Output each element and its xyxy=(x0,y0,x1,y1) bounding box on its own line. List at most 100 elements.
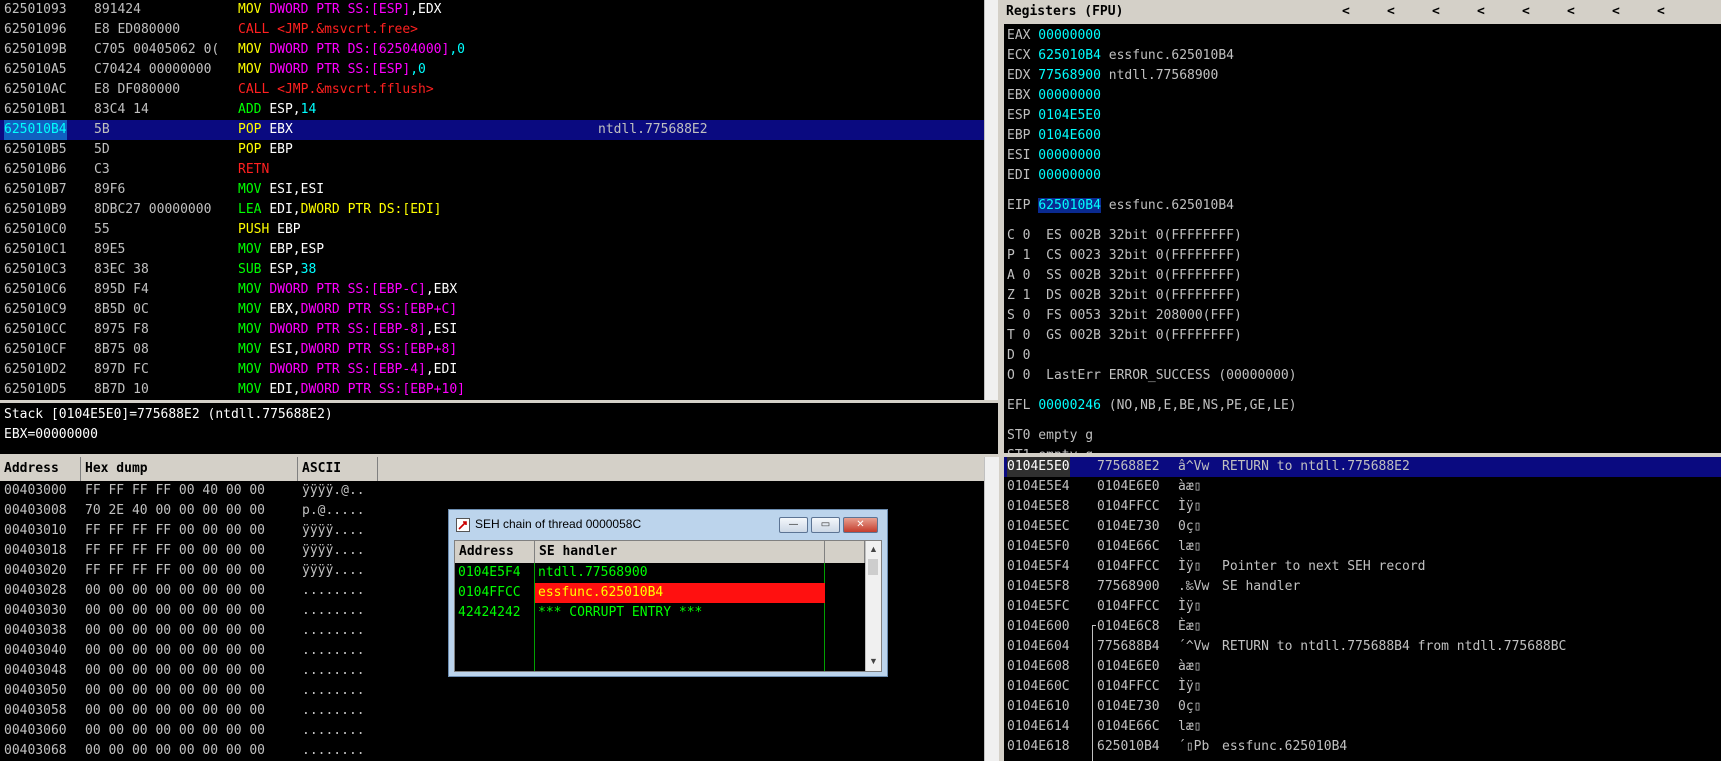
flag-row[interactable]: Z 1 DS 002B 32bit 0(FFFFFFFF) xyxy=(1007,286,1242,306)
dump-row[interactable]: 00403060 00 00 00 00 00 00 00 00........ xyxy=(0,721,984,741)
disasm-row[interactable]: 62501093 891424 MOV DWORD PTR SS:[ESP],EDX xyxy=(0,0,984,20)
scroll-thumb[interactable] xyxy=(868,559,878,575)
dump-row[interactable]: 00403050 00 00 00 00 00 00 00 00........ xyxy=(0,681,984,701)
disasm-row[interactable]: 625010B5 5D POP EBP xyxy=(0,140,984,160)
seh-row[interactable]: 0104E5F4 ntdll.77568900 xyxy=(455,563,865,583)
disasm-row[interactable]: 625010C6 895D F4 MOV DWORD PTR SS:[EBP-C],… xyxy=(0,280,984,300)
disasm-row[interactable]: 625010CF 8B75 08 MOV ESI,DWORD PTR SS:[EBP… xyxy=(0,340,984,360)
stack-address: 0104E608 xyxy=(1007,659,1070,674)
seh-scrollbar[interactable]: ▲ ▼ xyxy=(865,541,881,671)
disasm-address: 625010CF xyxy=(4,342,67,357)
maximize-button[interactable]: ▭ xyxy=(811,517,840,533)
disasm-row[interactable]: 625010AC E8 DF080000 CALL <JMP.&msvcrt.ffl… xyxy=(0,80,984,100)
stack-value: 0104FFCC xyxy=(1097,499,1160,514)
register-row[interactable]: EBP 0104E600 xyxy=(1007,126,1101,146)
minimize-button[interactable]: — xyxy=(779,517,808,533)
stack-row[interactable]: 0104E600 0104E6C8 Èæ▯ xyxy=(1004,617,1721,637)
fpu-st1[interactable]: ST1 empty g xyxy=(1007,446,1093,453)
dump-header-hex[interactable]: Hex dump xyxy=(81,457,298,481)
stack-row[interactable]: 0104E5E8 0104FFCC Ìÿ▯ xyxy=(1004,497,1721,517)
register-name: ECX xyxy=(1007,48,1031,63)
flag-row[interactable]: C 0 ES 002B 32bit 0(FFFFFFFF) xyxy=(1007,226,1242,246)
dump-header-ascii[interactable]: ASCII xyxy=(298,457,378,481)
seh-row[interactable]: 0104FFCC essfunc.625010B4 xyxy=(455,583,865,603)
close-button[interactable]: ✕ xyxy=(843,517,878,533)
registers-pane[interactable]: EAX 00000000 ECX 625010B4 essfunc.625010B… xyxy=(1004,24,1721,453)
stack-row[interactable]: 0104E5EC 0104E730 0ç▯ xyxy=(1004,517,1721,537)
register-row[interactable]: EAX 00000000 xyxy=(1007,26,1101,46)
chevron-down-icon[interactable]: ▼ xyxy=(869,656,878,666)
stack-row[interactable]: 0104E60C 0104FFCC Ìÿ▯ xyxy=(1004,677,1721,697)
seh-list[interactable]: Address SE handler 0104E5F4 ntdll.7756890… xyxy=(454,540,882,672)
stack-row[interactable]: 0104E5F4 0104FFCC Ìÿ▯ Pointer to next SEH r… xyxy=(1004,557,1721,577)
seh-header-address[interactable]: Address xyxy=(455,541,535,563)
disasm-row[interactable]: 625010A5 C70424 00000000 MOV DWORD PTR SS:… xyxy=(0,60,984,80)
disasm-row[interactable]: 625010B9 8DBC27 00000000 LEA EDI,DWORD PTR… xyxy=(0,200,984,220)
register-value: 00000000 xyxy=(1030,168,1101,183)
stack-row[interactable]: 0104E618 625010B4 ´▯Pb essfunc.625010B4 xyxy=(1004,737,1721,757)
disasm-row[interactable]: 625010B1 83C4 14 ADD ESP,14 xyxy=(0,100,984,120)
seh-header-handler[interactable]: SE handler xyxy=(535,541,825,563)
register-row[interactable]: EBX 00000000 xyxy=(1007,86,1101,106)
register-row[interactable]: ESP 0104E5E0 xyxy=(1007,106,1101,126)
fpu-st0[interactable]: ST0 empty g xyxy=(1007,426,1093,446)
disasm-row[interactable]: 625010C0 55 PUSH EBP xyxy=(0,220,984,240)
stack-row[interactable]: 0104E5E4 0104E6E0 àæ▯ xyxy=(1004,477,1721,497)
disasm-row[interactable]: 625010CC 8975 F8 MOV DWORD PTR SS:[EBP-8],… xyxy=(0,320,984,340)
flag-row[interactable]: D 0 xyxy=(1007,346,1030,366)
stack-comment: Pointer to next SEH record xyxy=(1222,559,1426,574)
seh-row[interactable]: 42424242 *** CORRUPT ENTRY *** xyxy=(455,603,865,623)
nav-arrow-left-icon[interactable]: < xyxy=(1432,0,1440,24)
disasm-row[interactable]: 625010B6 C3 RETN xyxy=(0,160,984,180)
dump-row[interactable]: 00403058 00 00 00 00 00 00 00 00........ xyxy=(0,701,984,721)
stack-row[interactable]: 0104E610 0104E730 0ç▯ xyxy=(1004,697,1721,717)
disasm-row[interactable]: 625010C1 89E5 MOV EBP,ESP xyxy=(0,240,984,260)
flag-row[interactable]: T 0 GS 002B 32bit 0(FFFFFFFF) xyxy=(1007,326,1242,346)
disasm-row[interactable]: 625010D2 897D FC MOV DWORD PTR SS:[EBP-4],… xyxy=(0,360,984,380)
nav-arrow-left-icon[interactable]: < xyxy=(1612,0,1620,24)
register-row[interactable]: ESI 00000000 xyxy=(1007,146,1101,166)
dump-row[interactable]: 00403000 FF FF FF FF 00 40 00 00 ÿÿÿÿ.@.. xyxy=(0,481,984,501)
nav-arrow-left-icon[interactable]: < xyxy=(1657,0,1665,24)
nav-arrow-left-icon[interactable]: < xyxy=(1477,0,1485,24)
disassembly-pane[interactable]: 62501093 891424 MOV DWORD PTR SS:[ESP],EDX… xyxy=(0,0,984,400)
disasm-row[interactable]: 6250109B C705 00405062 0(MOV DWORD PTR DS… xyxy=(0,40,984,60)
disasm-row[interactable]: 625010B7 89F6 MOV ESI,ESI xyxy=(0,180,984,200)
register-row[interactable]: EDX 77568900 ntdll.77568900 xyxy=(1007,66,1218,86)
disasm-row[interactable]: 625010C3 83EC 38 SUB ESP,38 xyxy=(0,260,984,280)
flag-row[interactable]: O 0 LastErr ERROR_SUCCESS (00000000) xyxy=(1007,366,1297,386)
disasm-row[interactable]: 625010D5 8B7D 10 MOV EDI,DWORD PTR SS:[EBP… xyxy=(0,380,984,400)
stack-row[interactable]: 0104E5F0 0104E66C læ▯ xyxy=(1004,537,1721,557)
stack-row[interactable]: 0104E604 775688B4 ´^Vw RETURN to ntdll.7756… xyxy=(1004,637,1721,657)
dump-address: 00403018 xyxy=(4,543,67,558)
nav-arrow-left-icon[interactable]: < xyxy=(1567,0,1575,24)
disasm-row[interactable]: 625010C9 8B5D 0C MOV EBX,DWORD PTR SS:[EBP… xyxy=(0,300,984,320)
register-row[interactable]: ECX 625010B4 essfunc.625010B4 xyxy=(1007,46,1234,66)
nav-arrow-left-icon[interactable]: < xyxy=(1522,0,1530,24)
disasm-row[interactable]: 62501096 E8 ED080000 CALL <JMP.&msvcrt.fre… xyxy=(0,20,984,40)
efl-row[interactable]: EFL 00000246 (NO,NB,E,BE,NS,PE,GE,LE) xyxy=(1007,396,1297,416)
disassembly-scrollbar[interactable] xyxy=(984,0,999,400)
nav-arrow-left-icon[interactable]: < xyxy=(1387,0,1395,24)
dump-header-address[interactable]: Address xyxy=(0,457,81,481)
stack-row[interactable]: 0104E5E0 775688E2 â^Vw RETURN to ntdll.7756… xyxy=(1004,457,1721,477)
chevron-up-icon[interactable]: ▲ xyxy=(869,544,878,554)
instruction-token: EBX xyxy=(269,122,293,137)
flag-row[interactable]: A 0 SS 002B 32bit 0(FFFFFFFF) xyxy=(1007,266,1242,286)
flag-row[interactable]: S 0 FS 0053 32bit 208000(FFF) xyxy=(1007,306,1242,326)
dump-scrollbar[interactable] xyxy=(984,457,999,761)
stack-row[interactable]: 0104E5F8 77568900 .‰Vw SE handler xyxy=(1004,577,1721,597)
stack-row[interactable]: 0104E614 0104E66C læ▯ xyxy=(1004,717,1721,737)
seh-address: 0104FFCC xyxy=(458,585,521,600)
dump-row[interactable]: 00403068 00 00 00 00 00 00 00 00........ xyxy=(0,741,984,761)
stack-row[interactable]: 0104E5FC 0104FFCC Ìÿ▯ xyxy=(1004,597,1721,617)
eip-row[interactable]: EIP 625010B4 essfunc.625010B4 xyxy=(1007,196,1234,216)
stack-row[interactable]: 0104E608 0104E6E0 àæ▯ xyxy=(1004,657,1721,677)
stack-pane[interactable]: 0104E5E0 775688E2 â^Vw RETURN to ntdll.7756… xyxy=(1004,457,1721,761)
disasm-row[interactable]: 625010B4 5B POP EBX ntdll.775688E2 xyxy=(0,120,984,140)
nav-arrow-left-icon[interactable]: < xyxy=(1342,0,1350,24)
seh-chain-window[interactable]: SEH chain of thread 0000058C — ▭ ✕ Addre… xyxy=(448,509,888,677)
disasm-instruction: CALL <JMP.&msvcrt.free> xyxy=(238,20,418,40)
flag-row[interactable]: P 1 CS 0023 32bit 0(FFFFFFFF) xyxy=(1007,246,1242,266)
register-row[interactable]: EDI 00000000 xyxy=(1007,166,1101,186)
